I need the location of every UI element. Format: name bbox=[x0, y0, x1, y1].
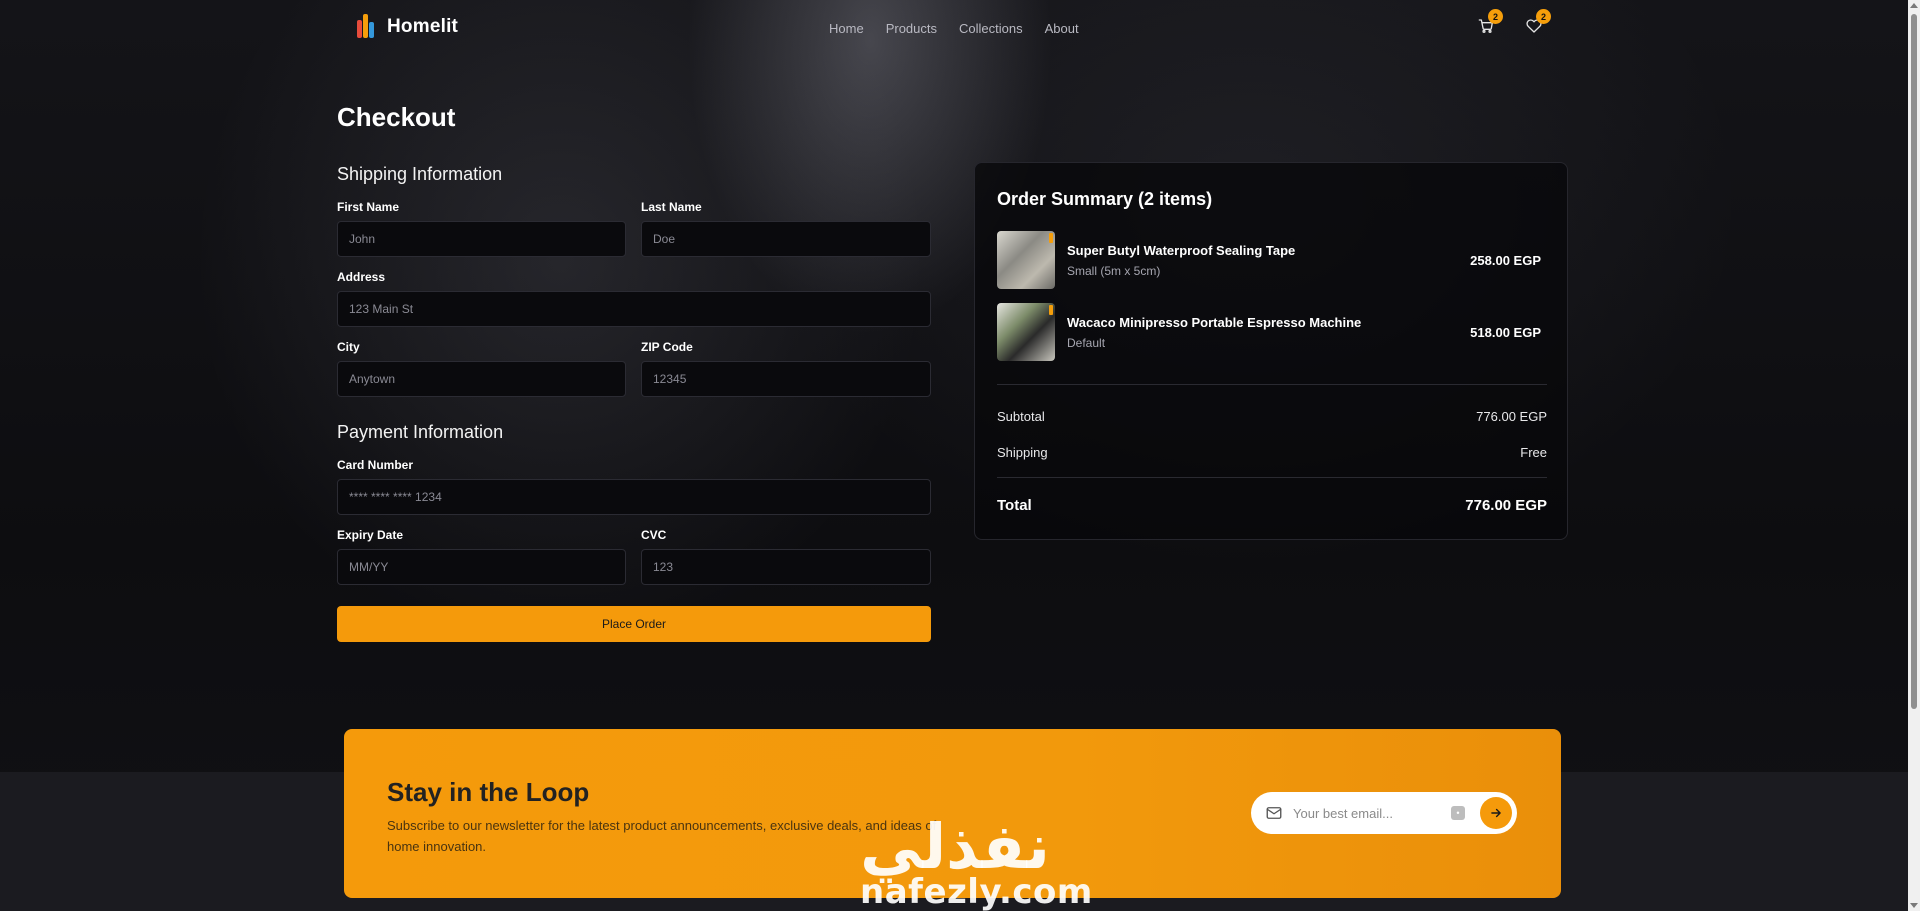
order-summary-title: Order Summary (2 items) bbox=[997, 189, 1213, 209]
last-name-label: Last Name bbox=[641, 200, 702, 214]
main-nav: Home Products Collections About bbox=[829, 21, 1079, 36]
total-row: Total 776.00 EGP bbox=[997, 497, 1547, 514]
order-summary-card: Order Summary (2 items) Super Butyl Wate… bbox=[974, 162, 1568, 540]
logo-icon bbox=[355, 14, 377, 40]
scrollbar-thumb[interactable] bbox=[1911, 14, 1917, 709]
mail-icon bbox=[1266, 807, 1282, 819]
item-variant: Small (5m x 5cm) bbox=[1067, 264, 1161, 278]
zip-label: ZIP Code bbox=[641, 340, 693, 354]
cvc-group: CVC bbox=[641, 528, 931, 585]
shipping-section-title: Shipping Information bbox=[337, 164, 503, 184]
city-group: City bbox=[337, 340, 626, 397]
shipping-row: Shipping Free bbox=[997, 445, 1547, 460]
scroll-up-icon[interactable] bbox=[1910, 3, 1918, 8]
wishlist-button[interactable]: 2 bbox=[1526, 9, 1551, 36]
shipping-label: Shipping bbox=[997, 445, 1048, 460]
place-order-button[interactable]: Place Order bbox=[337, 606, 931, 642]
summary-divider bbox=[997, 384, 1547, 385]
address-field[interactable] bbox=[337, 291, 931, 327]
address-label: Address bbox=[337, 270, 386, 284]
nav-home[interactable]: Home bbox=[829, 21, 864, 36]
card-number-group: Card Number bbox=[337, 458, 931, 515]
item-name: Super Butyl Waterproof Sealing Tape bbox=[1067, 243, 1296, 258]
address-group: Address bbox=[337, 270, 931, 327]
cvc-field[interactable] bbox=[641, 549, 931, 585]
page-scrollbar[interactable] bbox=[1908, 0, 1920, 911]
zip-field[interactable] bbox=[641, 361, 931, 397]
subtotal-row: Subtotal 776.00 EGP bbox=[997, 409, 1547, 424]
header-actions: 2 2 bbox=[1478, 9, 1551, 36]
city-label: City bbox=[337, 340, 360, 354]
first-name-label: First Name bbox=[337, 200, 400, 214]
subtotal-label: Subtotal bbox=[997, 409, 1045, 424]
arrow-right-icon bbox=[1491, 808, 1501, 818]
item-name: Wacaco Minipresso Portable Espresso Mach… bbox=[1067, 315, 1362, 330]
last-name-group: Last Name bbox=[641, 200, 931, 257]
last-name-field[interactable] bbox=[641, 221, 931, 257]
brand-logo[interactable]: Homelit bbox=[355, 14, 458, 40]
expiry-label: Expiry Date bbox=[337, 528, 404, 542]
expiry-field[interactable] bbox=[337, 549, 626, 585]
item-variant: Default bbox=[1067, 336, 1106, 350]
site-header: Homelit Home Products Collections About … bbox=[0, 0, 1908, 58]
nav-collections[interactable]: Collections bbox=[959, 21, 1023, 36]
first-name-field[interactable] bbox=[337, 221, 626, 257]
watermark-text: nafezly.com bbox=[860, 872, 1093, 911]
nav-products[interactable]: Products bbox=[886, 21, 937, 36]
shipping-value: Free bbox=[1520, 445, 1547, 460]
first-name-group: First Name bbox=[337, 200, 626, 257]
card-number-field[interactable] bbox=[337, 479, 931, 515]
city-field[interactable] bbox=[337, 361, 626, 397]
newsletter-submit-button[interactable] bbox=[1480, 797, 1512, 829]
page: Homelit Home Products Collections About … bbox=[0, 0, 1920, 911]
item-price: 518.00 EGP bbox=[1470, 325, 1541, 340]
item-price: 258.00 EGP bbox=[1470, 253, 1541, 268]
summary-divider bbox=[997, 477, 1547, 478]
page-title: Checkout bbox=[337, 102, 456, 132]
cvc-label: CVC bbox=[641, 528, 667, 542]
payment-section-title: Payment Information bbox=[337, 422, 504, 442]
summary-item: Super Butyl Waterproof Sealing Tape Smal… bbox=[997, 231, 1547, 289]
cart-button[interactable]: 2 bbox=[1478, 9, 1503, 36]
product-thumbnail bbox=[997, 303, 1055, 361]
total-label: Total bbox=[997, 497, 1032, 514]
newsletter-title: Stay in the Loop bbox=[387, 777, 590, 807]
card-number-label: Card Number bbox=[337, 458, 414, 472]
zip-group: ZIP Code bbox=[641, 340, 931, 397]
scroll-down-icon[interactable] bbox=[1910, 903, 1918, 908]
nav-about[interactable]: About bbox=[1045, 21, 1079, 36]
brand-name: Homelit bbox=[387, 16, 459, 37]
expiry-group: Expiry Date bbox=[337, 528, 626, 585]
summary-item: Wacaco Minipresso Portable Espresso Mach… bbox=[997, 303, 1547, 361]
password-manager-icon[interactable]: • bbox=[1451, 806, 1465, 820]
newsletter-email-input[interactable] bbox=[1293, 803, 1443, 823]
total-value: 776.00 EGP bbox=[1465, 497, 1547, 514]
subtotal-value: 776.00 EGP bbox=[1476, 409, 1547, 424]
product-thumbnail bbox=[997, 231, 1055, 289]
wishlist-count-badge: 2 bbox=[1536, 9, 1551, 24]
cart-count-badge: 2 bbox=[1488, 9, 1503, 24]
newsletter-form: • bbox=[1251, 792, 1517, 834]
